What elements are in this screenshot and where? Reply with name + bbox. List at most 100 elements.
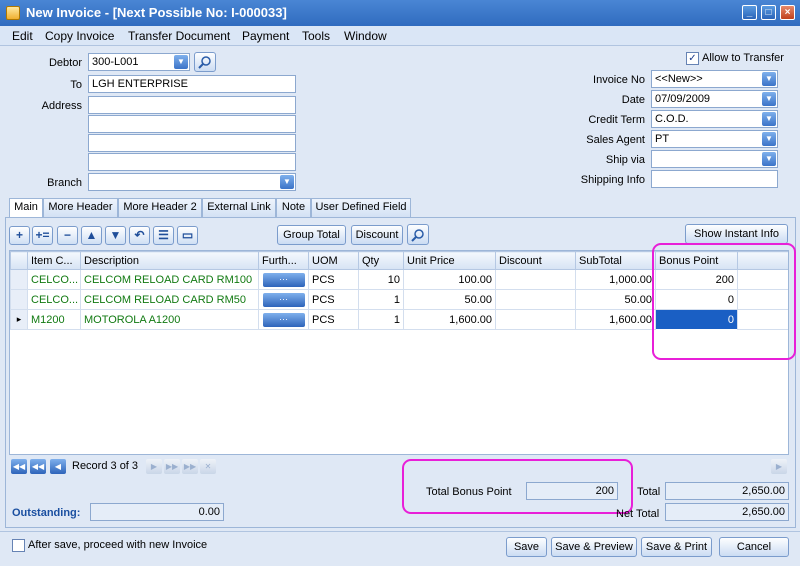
col-subtotal[interactable]: SubTotal xyxy=(575,251,656,270)
col-discount[interactable]: Discount xyxy=(495,251,576,270)
grid-search-button[interactable] xyxy=(407,224,429,245)
col-uom[interactable]: UOM xyxy=(308,251,359,270)
col-qty[interactable]: Qty xyxy=(358,251,404,270)
cell-qty[interactable]: 10 xyxy=(358,269,404,290)
minimize-button[interactable]: _ xyxy=(742,5,757,20)
proceed-new-invoice-checkbox[interactable] xyxy=(12,539,25,552)
cell-subtotal[interactable]: 50.00 xyxy=(575,289,656,310)
menu-window[interactable]: Window xyxy=(344,28,387,44)
menu-copy-invoice[interactable]: Copy Invoice xyxy=(45,28,114,44)
cell-uom[interactable]: PCS xyxy=(308,309,359,330)
cell-further[interactable]: ··· xyxy=(258,289,309,310)
first-record-icon[interactable]: ◀◀ xyxy=(11,459,27,474)
cell-subtotal[interactable]: 1,600.00 xyxy=(575,309,656,330)
cell-unit-price[interactable]: 50.00 xyxy=(403,289,496,310)
save-preview-button[interactable]: Save & Preview xyxy=(551,537,637,557)
cell-qty[interactable]: 1 xyxy=(358,289,404,310)
tab-more-header-2[interactable]: More Header 2 xyxy=(118,198,202,217)
move-down-icon[interactable]: ▼ xyxy=(105,226,126,245)
row-indicator[interactable] xyxy=(10,269,28,290)
sales-agent-select[interactable]: PT ▼ xyxy=(651,130,778,148)
more-button[interactable]: ··· xyxy=(262,272,305,287)
col-description[interactable]: Description xyxy=(80,251,259,270)
cell-further[interactable]: ··· xyxy=(258,309,309,330)
cell-unit-price[interactable]: 1,600.00 xyxy=(403,309,496,330)
maximize-button[interactable]: □ xyxy=(761,5,776,20)
cancel-button[interactable]: Cancel xyxy=(719,537,789,557)
branch-select[interactable]: ▼ xyxy=(88,173,296,191)
prev-record-icon[interactable]: ◀ xyxy=(50,459,66,474)
list-icon[interactable]: ☰ xyxy=(153,226,174,245)
invoice-no-select[interactable]: <<New>> ▼ xyxy=(651,70,778,88)
more-button[interactable]: ··· xyxy=(262,312,305,327)
address-line-4[interactable] xyxy=(88,153,296,171)
menu-edit[interactable]: Edit xyxy=(12,28,33,44)
cell-description[interactable]: MOTOROLA A1200 xyxy=(80,309,259,330)
col-unit-price[interactable]: Unit Price xyxy=(403,251,496,270)
group-total-button[interactable]: Group Total xyxy=(277,225,346,245)
cell-further[interactable]: ··· xyxy=(258,269,309,290)
shipping-info-field[interactable] xyxy=(651,170,778,188)
cell-unit-price[interactable]: 100.00 xyxy=(403,269,496,290)
cell-description[interactable]: CELCOM RELOAD CARD RM50 xyxy=(80,289,259,310)
chevron-down-icon[interactable]: ▼ xyxy=(762,132,776,146)
cell-discount[interactable] xyxy=(495,289,576,310)
chevron-down-icon[interactable]: ▼ xyxy=(280,175,294,189)
menu-payment[interactable]: Payment xyxy=(242,28,289,44)
address-line-3[interactable] xyxy=(88,134,296,152)
row-indicator[interactable] xyxy=(10,289,28,310)
ship-via-select[interactable]: ▼ xyxy=(651,150,778,168)
allow-transfer-checkbox[interactable]: ✓ xyxy=(686,52,699,65)
show-instant-info-button[interactable]: Show Instant Info xyxy=(685,224,788,244)
address-line-2[interactable] xyxy=(88,115,296,133)
tab-note[interactable]: Note xyxy=(276,198,311,217)
date-picker[interactable]: 07/09/2009 ▼ xyxy=(651,90,778,108)
cell-item-code[interactable]: CELCO... xyxy=(27,289,81,310)
tab-more-header[interactable]: More Header xyxy=(43,198,118,217)
add-row-icon[interactable]: + xyxy=(9,226,30,245)
chevron-down-icon[interactable]: ▼ xyxy=(762,92,776,106)
cell-qty[interactable]: 1 xyxy=(358,309,404,330)
menu-tools[interactable]: Tools xyxy=(302,28,330,44)
cell-uom[interactable]: PCS xyxy=(308,269,359,290)
col-item-code[interactable]: Item C... xyxy=(27,251,81,270)
cancel-edit-icon[interactable]: ✕ xyxy=(200,459,216,474)
debtor-search-button[interactable] xyxy=(194,52,216,72)
address-line-1[interactable] xyxy=(88,96,296,114)
discount-button[interactable]: Discount xyxy=(351,225,403,245)
col-further[interactable]: Furth... xyxy=(258,251,309,270)
more-button[interactable]: ··· xyxy=(262,292,305,307)
save-print-button[interactable]: Save & Print xyxy=(641,537,712,557)
credit-term-select[interactable]: C.O.D. ▼ xyxy=(651,110,778,128)
chevron-down-icon[interactable]: ▼ xyxy=(762,72,776,86)
cell-subtotal[interactable]: 1,000.00 xyxy=(575,269,656,290)
current-row-indicator[interactable]: ▸ xyxy=(10,309,28,330)
cell-discount[interactable] xyxy=(495,309,576,330)
to-field[interactable]: LGH ENTERPRISE xyxy=(88,75,296,93)
undo-icon[interactable]: ↶ xyxy=(129,226,150,245)
cell-description[interactable]: CELCOM RELOAD CARD RM100 xyxy=(80,269,259,290)
cell-item-code[interactable]: CELCO... xyxy=(27,269,81,290)
next-page-icon[interactable]: ▶▶ xyxy=(164,459,180,474)
chevron-down-icon[interactable]: ▼ xyxy=(174,55,188,69)
close-button[interactable]: × xyxy=(780,5,795,20)
subtotal-icon[interactable]: ▭ xyxy=(177,226,198,245)
delete-row-icon[interactable]: − xyxy=(57,226,78,245)
chevron-down-icon[interactable]: ▼ xyxy=(762,152,776,166)
save-button[interactable]: Save xyxy=(506,537,547,557)
scroll-right-icon[interactable]: ▶ xyxy=(771,459,787,474)
cell-discount[interactable] xyxy=(495,269,576,290)
menu-transfer-document[interactable]: Transfer Document xyxy=(128,28,230,44)
cell-item-code[interactable]: M1200 xyxy=(27,309,81,330)
tab-main[interactable]: Main xyxy=(9,198,43,218)
debtor-select[interactable]: 300-L001 ▼ xyxy=(88,53,190,71)
tab-user-defined-field[interactable]: User Defined Field xyxy=(311,198,411,217)
next-record-icon[interactable]: ▶ xyxy=(146,459,162,474)
move-up-icon[interactable]: ▲ xyxy=(81,226,102,245)
insert-row-icon[interactable]: += xyxy=(32,226,53,245)
prev-page-icon[interactable]: ◀◀ xyxy=(30,459,46,474)
chevron-down-icon[interactable]: ▼ xyxy=(762,112,776,126)
last-record-icon[interactable]: ▶▶ xyxy=(182,459,198,474)
cell-uom[interactable]: PCS xyxy=(308,289,359,310)
tab-external-link[interactable]: External Link xyxy=(202,198,276,217)
